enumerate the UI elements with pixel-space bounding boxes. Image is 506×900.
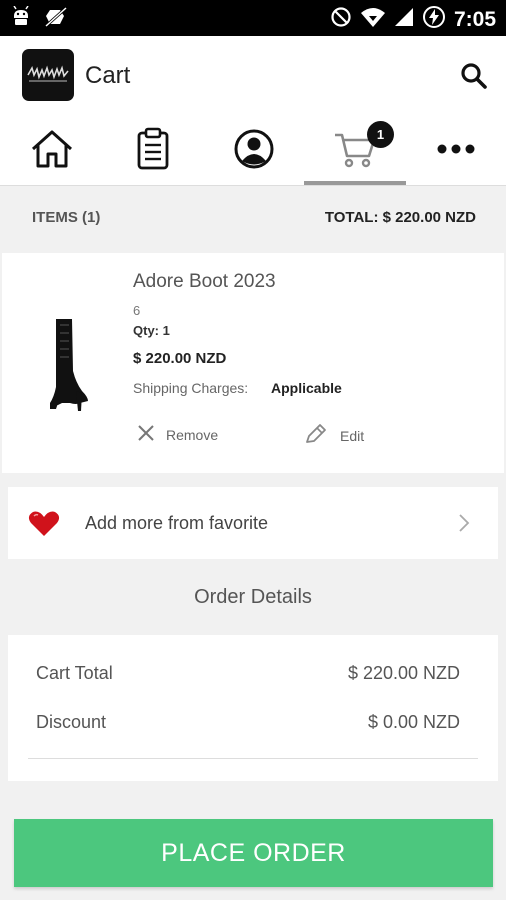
favorite-label: Add more from favorite	[85, 513, 269, 533]
tab-bar	[0, 116, 506, 186]
product-qty: Qty: 1	[133, 323, 170, 338]
battery-charging-icon	[422, 5, 446, 34]
close-icon	[136, 423, 156, 446]
discount-label: Discount	[36, 712, 107, 732]
chevron-right-icon	[458, 513, 470, 538]
heart-icon	[28, 511, 60, 542]
add-from-favorite-row[interactable]: Add more from favorite	[8, 487, 498, 559]
product-size: 6	[133, 303, 141, 318]
shipping-label: Shipping Charges:	[133, 380, 249, 396]
place-order-button[interactable]: PLACE ORDER	[14, 819, 493, 887]
product-price: $ 220.00 NZD	[133, 350, 227, 367]
brand-logo[interactable]	[22, 49, 74, 101]
page-title: Cart	[85, 62, 131, 89]
tab-orders[interactable]	[103, 116, 203, 186]
product-name[interactable]: Adore Boot 2023	[133, 271, 276, 293]
tab-home[interactable]	[2, 116, 102, 186]
items-count: ITEMS (1)	[32, 209, 101, 226]
wifi-icon	[360, 6, 386, 33]
shipping-value: Applicable	[271, 380, 342, 396]
signal-icon	[394, 6, 414, 33]
active-tab-indicator	[304, 181, 406, 185]
app-bar: Cart	[0, 36, 506, 116]
android-icon	[10, 5, 32, 33]
cart-total-value: $ 220.00 NZD	[347, 663, 460, 683]
edit-button[interactable]: Edit	[304, 423, 364, 448]
discount-value: $ 0.00 NZD	[367, 712, 460, 732]
status-time: 7:05	[453, 7, 496, 31]
order-details-heading: Order Details	[194, 586, 312, 608]
search-icon[interactable]	[458, 60, 490, 92]
tab-more[interactable]	[406, 116, 506, 186]
edit-label: Edit	[340, 427, 365, 444]
cart-count-badge: 1	[367, 121, 394, 148]
pencil-icon	[304, 423, 328, 448]
remove-label: Remove	[166, 426, 219, 443]
home-icon	[29, 128, 75, 175]
order-details-card: Cart Total $ 220.00 NZD Discount $ 0.00 …	[8, 635, 498, 781]
cart-summary: ITEMS (1) TOTAL: $ 220.00 NZD	[0, 187, 506, 247]
clipboard-icon	[135, 127, 171, 176]
do-not-disturb-icon	[330, 6, 352, 33]
user-circle-icon	[233, 128, 275, 175]
cart-total-header: TOTAL: $ 220.00 NZD	[324, 209, 476, 226]
status-bar: 7:05	[0, 0, 506, 36]
product-image[interactable]	[36, 313, 96, 413]
remove-button[interactable]: Remove	[136, 423, 218, 446]
no-notifications-icon	[44, 6, 68, 33]
divider	[28, 758, 478, 759]
tab-account[interactable]	[204, 116, 304, 186]
cart-item: Adore Boot 2023 6 Qty: 1 $ 220.00 NZD Sh…	[2, 253, 504, 473]
cart-total-label: Cart Total	[36, 663, 113, 683]
more-dots-icon	[436, 142, 476, 160]
